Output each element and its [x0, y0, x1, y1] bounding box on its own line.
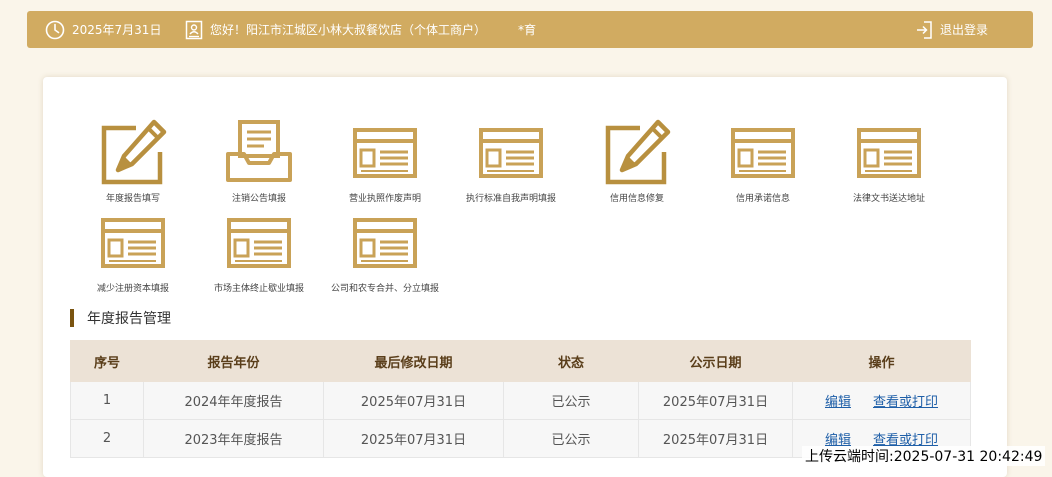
- tile-label: 市场主体终止歇业填报: [213, 284, 304, 294]
- tile-credit-repair[interactable]: 信用信息修复: [572, 118, 702, 204]
- table-row: 1 2024年年度报告 2025年07月31日 已公示 2025年07月31日 …: [70, 381, 971, 420]
- document-window-icon: [98, 208, 168, 278]
- inbox-tray-icon: [224, 118, 294, 188]
- tile-label: 法律文书送达地址: [852, 194, 925, 204]
- tile-credit-commitment[interactable]: 信用承诺信息: [698, 118, 828, 204]
- tile-legal-address[interactable]: 法律文书送达地址: [824, 118, 954, 204]
- logout-button[interactable]: 退出登录: [915, 11, 988, 48]
- id-badge-icon: [185, 20, 203, 39]
- view-print-link[interactable]: 查看或打印: [873, 395, 938, 410]
- greeting-text: 您好！阳江市江城区小林大叔餐饮店（个体工商户）: [210, 23, 487, 37]
- column-header: 序号: [70, 340, 144, 382]
- tile-label: 执行标准自我声明填报: [465, 194, 556, 204]
- column-header: 操作: [792, 340, 971, 382]
- tile-standard-declaration[interactable]: 执行标准自我声明填报: [446, 118, 576, 204]
- table-header-row: 序号 报告年份 最后修改日期 状态 公示日期 操作: [70, 340, 971, 382]
- annual-report-table: 序号 报告年份 最后修改日期 状态 公示日期 操作 1 2024年年度报告 20…: [70, 340, 971, 458]
- report-year: 2024年年度报告: [143, 381, 324, 420]
- status-text: 已公示: [503, 381, 639, 420]
- user-name: *育: [518, 23, 537, 37]
- tile-label: 营业执照作废声明: [348, 194, 421, 204]
- tile-annual-report[interactable]: 年度报告填写: [68, 118, 198, 204]
- actions-cell: 编辑 查看或打印: [792, 381, 971, 420]
- clock-icon: [45, 20, 65, 39]
- date-text: 2025年7月31日: [72, 23, 162, 37]
- section-accent-bar: [70, 309, 74, 327]
- pencil-form-icon: [98, 118, 168, 188]
- top-bar: 2025年7月31日 您好！阳江市江城区小林大叔餐饮店（个体工商户） *育 退出…: [27, 11, 1033, 48]
- modified-date: 2025年07月31日: [323, 381, 504, 420]
- column-header: 状态: [503, 340, 639, 382]
- tile-label: 公司和农专合并、分立填报: [330, 284, 439, 294]
- section-header: 年度报告管理: [70, 309, 171, 327]
- greeting-area: 您好！阳江市江城区小林大叔餐饮店（个体工商户） *育: [185, 11, 536, 48]
- logout-label: 退出登录: [940, 23, 989, 37]
- document-window-icon: [728, 118, 798, 188]
- public-date: 2025年07月31日: [638, 381, 793, 420]
- tile-label: 注销公告填报: [231, 194, 286, 204]
- pencil-form-icon: [602, 118, 672, 188]
- tile-termination[interactable]: 市场主体终止歇业填报: [194, 208, 324, 294]
- tile-label: 年度报告填写: [105, 194, 160, 204]
- status-text: 已公示: [503, 419, 639, 458]
- tile-label: 信用承诺信息: [735, 194, 790, 204]
- tile-license-void[interactable]: 营业执照作废声明: [320, 118, 450, 204]
- row-index: 1: [70, 381, 144, 420]
- tile-cancellation-notice[interactable]: 注销公告填报: [194, 118, 324, 204]
- document-window-icon: [476, 118, 546, 188]
- row-index: 2: [70, 419, 144, 458]
- tile-merger-split[interactable]: 公司和农专合并、分立填报: [320, 208, 450, 294]
- edit-link[interactable]: 编辑: [825, 395, 851, 410]
- logout-icon: [917, 20, 932, 39]
- report-year: 2023年年度报告: [143, 419, 324, 458]
- tile-capital-reduction[interactable]: 减少注册资本填报: [68, 208, 198, 294]
- document-window-icon: [350, 118, 420, 188]
- upload-timestamp: 上传云端时间:2025-07-31 20:42:49: [802, 446, 1046, 466]
- document-window-icon: [224, 208, 294, 278]
- column-header: 公示日期: [638, 340, 793, 382]
- date-display: 2025年7月31日: [45, 11, 161, 48]
- modified-date: 2025年07月31日: [323, 419, 504, 458]
- public-date: 2025年07月31日: [638, 419, 793, 458]
- tile-label: 信用信息修复: [609, 194, 664, 204]
- document-window-icon: [854, 118, 924, 188]
- column-header: 最后修改日期: [323, 340, 504, 382]
- document-window-icon: [350, 208, 420, 278]
- column-header: 报告年份: [143, 340, 324, 382]
- tile-label: 减少注册资本填报: [96, 284, 169, 294]
- section-title: 年度报告管理: [87, 311, 171, 327]
